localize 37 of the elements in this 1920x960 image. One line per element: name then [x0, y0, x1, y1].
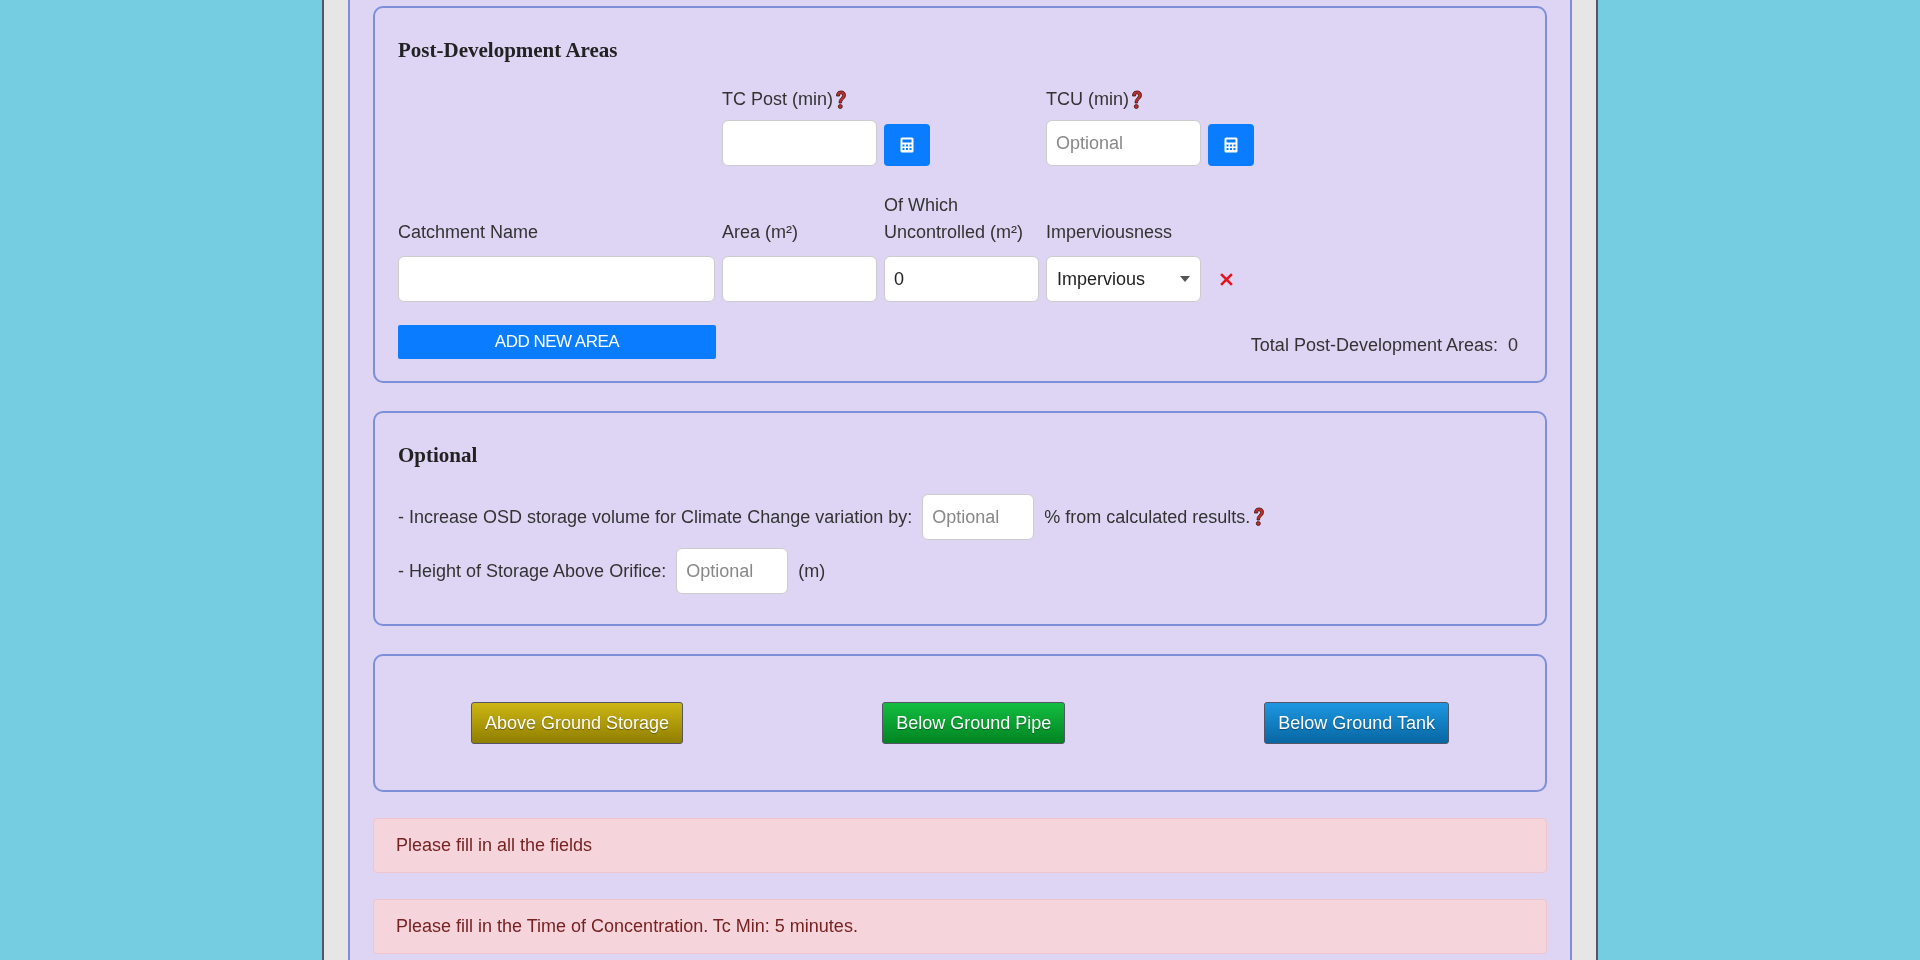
total-value: 0 — [1508, 334, 1518, 356]
uncontrolled-area-input[interactable]: 0 — [884, 256, 1039, 302]
field-label: TCU (min) — [1046, 89, 1129, 110]
column-label: Of Which Uncontrolled (m²) — [884, 195, 1024, 242]
imperviousness-dropdown[interactable]: Impervious — [1046, 256, 1201, 302]
delete-icon[interactable] — [1220, 272, 1233, 286]
error-alert: Please fill in the Time of Concentration. Tc Min: 5 minutes. — [373, 899, 1547, 954]
storage-type-button[interactable]: Below Ground Pipe — [882, 702, 1066, 744]
column-label: Area (m²) — [722, 222, 798, 242]
calculator-button[interactable] — [884, 124, 930, 166]
field-label: TC Post (min) — [722, 89, 833, 110]
help-icon[interactable] — [1130, 89, 1143, 110]
calculator-icon — [1224, 137, 1238, 153]
column-label: Catchment Name — [398, 222, 539, 242]
option-label: - Increase OSD storage volume for Climate Change variation by: — [398, 506, 913, 528]
time-input[interactable]: Optional — [1046, 120, 1201, 166]
area-input[interactable] — [722, 256, 877, 302]
option-input[interactable]: Optional — [922, 494, 1035, 540]
total-label: Total Post-Development Areas: — [1250, 334, 1498, 356]
option-label: - Height of Storage Above Orifice: — [398, 560, 667, 582]
calculator-icon — [900, 137, 914, 153]
catchment-name-input[interactable] — [398, 256, 715, 302]
help-icon[interactable] — [1252, 507, 1266, 527]
column-label: Imperviousness — [1046, 222, 1173, 242]
calculator-button[interactable] — [1208, 124, 1254, 166]
option-input[interactable]: Optional — [676, 548, 789, 594]
time-input[interactable] — [722, 120, 877, 166]
section-title: Post-Development Areas — [398, 38, 619, 63]
unit-label: % from calculated results. — [1044, 506, 1251, 528]
error-alert: Please fill in all the fields — [373, 818, 1547, 873]
section-title: Optional — [398, 443, 479, 468]
storage-type-button[interactable]: Below Ground Tank — [1264, 702, 1449, 744]
storage-type-button[interactable]: Above Ground Storage — [471, 702, 684, 744]
help-icon[interactable] — [834, 89, 847, 110]
caret-icon — [1180, 276, 1190, 282]
unit-label: (m) — [798, 560, 826, 582]
add-new-area-button[interactable]: ADD NEW AREA — [398, 325, 716, 359]
